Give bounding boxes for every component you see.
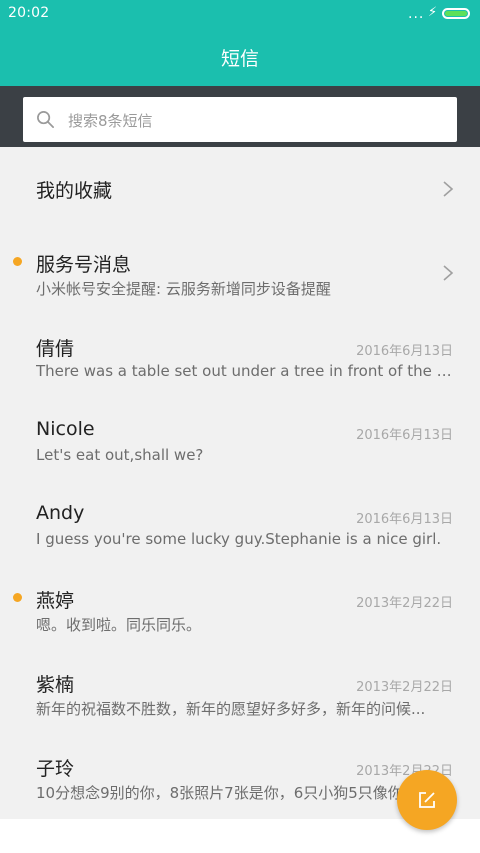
conversation-list: 我的收藏 服务号消息 小米帐号安全提醒: 云服务新增同步设备提醒 倩倩 2016… — [0, 147, 480, 819]
charging-bolt-icon: ⚡ — [428, 5, 438, 20]
contact-name: Andy — [36, 502, 85, 524]
contact-name: 倩倩 — [36, 338, 75, 360]
battery-icon — [442, 8, 470, 19]
message-preview: Let's eat out,shall we? — [36, 446, 204, 464]
message-date: 2013年2月22日 — [356, 680, 453, 695]
message-date: 2016年6月13日 — [356, 512, 453, 527]
page-title: 短信 — [220, 48, 259, 70]
message-date: 2016年6月13日 — [356, 428, 453, 443]
contact-name: 紫楠 — [36, 674, 75, 696]
service-name: 服务号消息 — [36, 254, 132, 276]
message-preview: 嗯。收到啦。同乐同乐。 — [36, 616, 202, 634]
message-preview: There was a table set out under a tree i… — [36, 362, 456, 380]
favorites-row[interactable]: 我的收藏 — [0, 147, 480, 231]
conversation-row[interactable]: 倩倩 2016年6月13日 There was a table set out … — [0, 315, 480, 399]
conversation-row[interactable]: Andy 2016年6月13日 I guess you're some luck… — [0, 483, 480, 567]
search-placeholder: 搜索8条短信 — [68, 112, 153, 130]
unread-dot — [13, 593, 22, 602]
message-date: 2016年6月13日 — [356, 344, 453, 359]
message-preview: 新年的祝福数不胜数，新年的愿望好多好多，新年的问候... — [36, 700, 426, 718]
conversation-row[interactable]: 燕婷 2013年2月22日 嗯。收到啦。同乐同乐。 — [0, 567, 480, 651]
chevron-right-icon — [443, 181, 454, 197]
contact-name: Nicole — [36, 418, 95, 440]
app-bar: 20:02 ... ⚡ 短信 — [0, 0, 480, 86]
signal-dots-icon: ... — [408, 6, 425, 22]
status-time: 20:02 — [8, 5, 50, 21]
service-preview: 小米帐号安全提醒: 云服务新增同步设备提醒 — [36, 280, 331, 298]
compose-icon — [419, 792, 435, 808]
unread-dot — [13, 257, 22, 266]
status-bar: 20:02 ... ⚡ — [0, 0, 480, 28]
contact-name: 子玲 — [36, 758, 75, 780]
favorites-label: 我的收藏 — [36, 180, 113, 202]
chevron-right-icon — [443, 265, 454, 281]
message-date: 2013年2月22日 — [356, 596, 453, 611]
compose-button[interactable] — [397, 770, 457, 830]
message-preview: 10分想念9别的你，8张照片7张是你，6只小狗5只像你 — [36, 784, 403, 802]
message-preview: I guess you're some lucky guy.Stephanie … — [36, 530, 442, 548]
search-input[interactable]: 搜索8条短信 — [23, 97, 457, 142]
conversation-row[interactable]: 紫楠 2013年2月22日 新年的祝福数不胜数，新年的愿望好多好多，新年的问候.… — [0, 651, 480, 735]
service-messages-row[interactable]: 服务号消息 小米帐号安全提醒: 云服务新增同步设备提醒 — [0, 231, 480, 315]
conversation-row[interactable]: Nicole 2016年6月13日 Let's eat out,shall we… — [0, 399, 480, 483]
contact-name: 燕婷 — [36, 590, 75, 612]
search-icon — [37, 111, 54, 128]
